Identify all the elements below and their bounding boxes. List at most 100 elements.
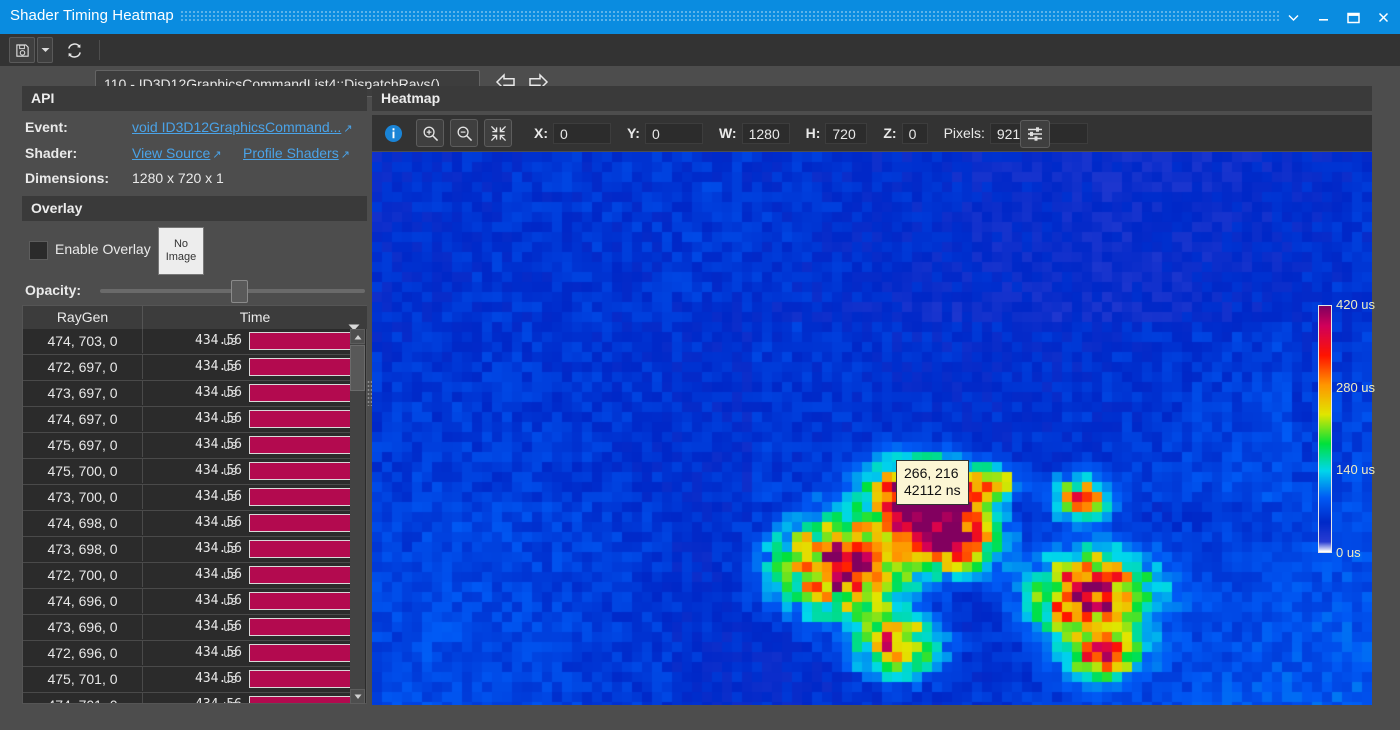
cell-time-unit: us xyxy=(223,511,237,535)
table-row[interactable]: 472, 697, 0434.56us xyxy=(23,355,352,381)
cell-time-unit: us xyxy=(223,485,237,509)
app-window: Shader Timing Heatmap xyxy=(0,0,1400,730)
table-row[interactable]: 474, 701, 0434.56us xyxy=(23,693,352,703)
save-icon[interactable] xyxy=(9,37,35,63)
table-row[interactable]: 474, 698, 0434.56us xyxy=(23,511,352,537)
profile-shaders-link[interactable]: Profile Shaders↗ xyxy=(243,145,350,161)
maximize-icon[interactable] xyxy=(1338,0,1368,34)
enable-overlay-label: Enable Overlay xyxy=(55,241,151,257)
heatmap-tool-buttons: X:0Y:0W:1280H:720Z:0Pixels:921600 xyxy=(372,115,1104,151)
scroll-down-arrow[interactable] xyxy=(350,689,365,704)
field-value[interactable]: 0 xyxy=(553,123,611,144)
field-value[interactable]: 0 xyxy=(645,123,703,144)
zoom-out-icon[interactable] xyxy=(450,119,478,147)
field-label: W: xyxy=(719,125,737,141)
field-label: H: xyxy=(806,125,821,141)
view-source-text: View Source xyxy=(132,145,210,161)
external-link-icon: ↗ xyxy=(212,148,221,161)
colorbar-tick-label: 280 us xyxy=(1336,380,1375,395)
cell-time-bar xyxy=(249,384,352,402)
cell-raygen: 473, 700, 0 xyxy=(23,485,143,509)
cell-time-bar xyxy=(249,462,352,480)
column-header-raygen[interactable]: RayGen xyxy=(23,306,143,329)
table-scrollbar[interactable] xyxy=(350,329,365,704)
heatmap-canvas[interactable] xyxy=(372,152,1372,705)
colorbar xyxy=(1318,305,1332,553)
opacity-slider[interactable] xyxy=(100,289,365,293)
cell-time-unit: us xyxy=(223,537,237,561)
table-row[interactable]: 472, 700, 0434.56us xyxy=(23,563,352,589)
fit-to-window-icon[interactable] xyxy=(484,119,512,147)
cell-raygen: 474, 703, 0 xyxy=(23,329,143,353)
table-row[interactable]: 475, 697, 0434.56us xyxy=(23,433,352,459)
heatmap-image[interactable]: 266, 216 42112 ns xyxy=(372,152,1372,705)
opacity-slider-handle[interactable] xyxy=(231,280,248,303)
table-row[interactable]: 474, 696, 0434.56us xyxy=(23,589,352,615)
external-link-icon: ↗ xyxy=(343,122,352,135)
field-value[interactable]: 0 xyxy=(902,123,928,144)
cell-time-unit: us xyxy=(223,641,237,665)
profile-shaders-text: Profile Shaders xyxy=(243,145,339,161)
zoom-in-icon[interactable] xyxy=(416,119,444,147)
heatmap-section-header: Heatmap xyxy=(372,86,1372,111)
dimensions-value: 1280 x 720 x 1 xyxy=(132,170,224,186)
cell-raygen: 473, 697, 0 xyxy=(23,381,143,405)
table-row[interactable]: 475, 701, 0434.56us xyxy=(23,667,352,693)
cell-raygen: 474, 701, 0 xyxy=(23,693,143,703)
table-row[interactable]: 473, 700, 0434.56us xyxy=(23,485,352,511)
window-title: Shader Timing Heatmap xyxy=(10,7,174,24)
field-value[interactable]: 720 xyxy=(825,123,867,144)
chevron-down-icon[interactable] xyxy=(1278,0,1308,34)
overlay-header-label: Overlay xyxy=(31,200,82,216)
table-row[interactable]: 474, 697, 0434.56us xyxy=(23,407,352,433)
table-row[interactable]: 473, 696, 0434.56us xyxy=(23,615,352,641)
table-row[interactable]: 473, 698, 0434.56us xyxy=(23,537,352,563)
toolbar-buttons xyxy=(0,34,106,66)
overlay-section-header: Overlay xyxy=(22,196,367,221)
title-bar: Shader Timing Heatmap xyxy=(0,0,1400,34)
cell-time-bar xyxy=(249,644,352,662)
table-row[interactable]: 474, 703, 0434.56us xyxy=(23,329,352,355)
overlay-thumbnail[interactable]: No Image xyxy=(158,227,204,275)
info-icon[interactable] xyxy=(380,120,406,146)
opacity-label: Opacity: xyxy=(25,282,81,298)
cell-time-unit: us xyxy=(223,667,237,691)
save-dropdown-icon[interactable] xyxy=(37,37,53,63)
table-header-row: RayGen Time xyxy=(23,306,367,329)
cell-time-unit: us xyxy=(223,433,237,457)
scrollbar-thumb[interactable] xyxy=(350,345,365,391)
table-row[interactable]: 473, 697, 0434.56us xyxy=(23,381,352,407)
toolbar-separator xyxy=(99,40,100,60)
cell-time-bar xyxy=(249,540,352,558)
cell-time-unit: us xyxy=(223,407,237,431)
enable-overlay-checkbox[interactable] xyxy=(29,241,48,260)
scroll-up-arrow[interactable] xyxy=(350,329,365,344)
cell-time-bar xyxy=(249,592,352,610)
external-link-icon: ↗ xyxy=(341,148,350,161)
field-label: Z: xyxy=(883,125,896,141)
table-row[interactable]: 475, 700, 0434.56us xyxy=(23,459,352,485)
colorbar-tick-label: 0 us xyxy=(1336,545,1361,560)
minimize-icon[interactable] xyxy=(1308,0,1338,34)
field-value[interactable]: 1280 xyxy=(742,123,790,144)
cell-raygen: 472, 700, 0 xyxy=(23,563,143,587)
table-row[interactable]: 472, 696, 0434.56us xyxy=(23,641,352,667)
tooltip-coords: 266, 216 xyxy=(904,465,961,482)
table-body: 474, 703, 0434.56us472, 697, 0434.56us47… xyxy=(23,329,352,703)
refresh-icon[interactable] xyxy=(61,38,87,62)
event-link[interactable]: void ID3D12GraphicsCommand...↗ xyxy=(132,119,353,135)
cell-raygen: 475, 701, 0 xyxy=(23,667,143,691)
close-icon[interactable] xyxy=(1368,0,1398,34)
raygen-timing-table: RayGen Time 474, 703, 0434.56us472, 697,… xyxy=(22,305,367,704)
no-image-line1: No xyxy=(174,238,188,251)
sliders-icon[interactable] xyxy=(1020,120,1050,148)
cell-time-unit: us xyxy=(223,615,237,639)
cell-time-bar xyxy=(249,696,352,703)
view-source-link[interactable]: View Source↗ xyxy=(132,145,222,161)
cell-raygen: 472, 696, 0 xyxy=(23,641,143,665)
cell-raygen: 473, 698, 0 xyxy=(23,537,143,561)
colorbar-tick-label: 420 us xyxy=(1336,297,1375,312)
column-header-time[interactable]: Time xyxy=(143,306,367,329)
cell-time-bar xyxy=(249,618,352,636)
dimensions-label: Dimensions: xyxy=(25,170,109,186)
